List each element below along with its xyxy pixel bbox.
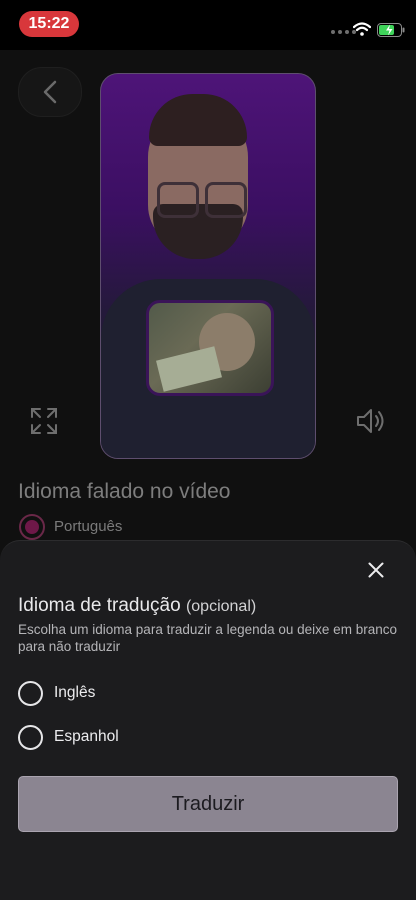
glasses-right [205,182,247,218]
translation-bottom-sheet: Idioma de tradução (opcional) Escolha um… [0,540,416,900]
status-time: 15:22 [19,11,79,37]
pip-book [156,346,222,392]
status-bar: 15:22 [0,0,416,50]
spoken-language-title: Idioma falado no vídeo [18,480,231,503]
option-ingles[interactable]: Inglês [18,679,95,707]
wifi-icon [353,22,371,36]
option-ingles-label: Inglês [54,684,96,701]
sheet-title-main: Idioma de tradução [18,595,181,616]
video-preview[interactable] [100,73,316,459]
sheet-subtitle: Escolha um idioma para traduzir a legend… [18,622,397,654]
sheet-title-optional: (opcional) [185,598,257,615]
battery-charging-icon [377,23,405,37]
spoken-language-radio-selected[interactable] [19,514,45,540]
option-espanhol[interactable]: Espanhol [18,723,119,751]
picture-in-picture-video [146,300,274,396]
glasses-left [157,182,199,218]
close-button[interactable] [362,556,390,584]
back-button[interactable] [18,67,82,117]
translate-button[interactable]: Traduzir [18,776,398,832]
sheet-title: Idioma de tradução (opcional) [18,595,256,617]
spoken-language-label: Português [54,518,123,535]
chevron-left-icon [43,80,57,104]
close-icon [368,562,384,578]
radio-ingles[interactable] [18,680,43,706]
expand-icon[interactable] [30,407,58,435]
speaker-icon[interactable] [356,407,386,435]
radio-espanhol[interactable] [18,724,43,750]
option-espanhol-label: Espanhol [54,728,119,745]
translation-screen: 15:22 Idioma falado no vídeo Português I… [0,0,416,900]
video-person-hair [149,94,247,146]
